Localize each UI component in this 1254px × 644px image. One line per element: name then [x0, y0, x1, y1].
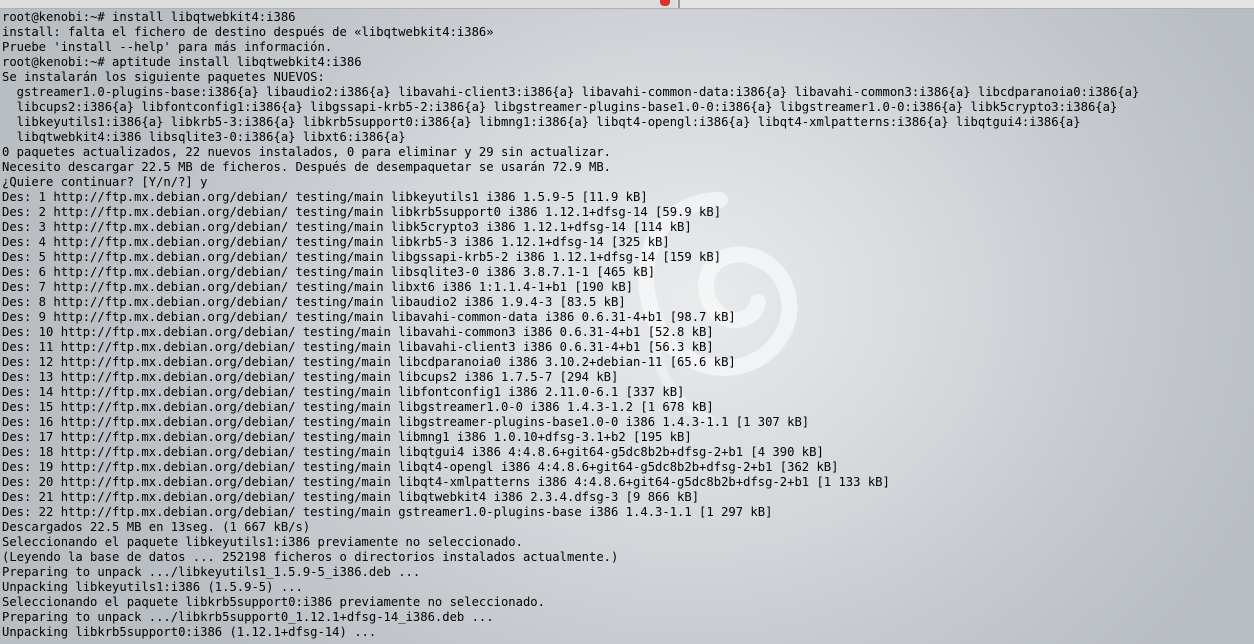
terminal-line: Des: 7 http://ftp.mx.debian.org/debian/ … [2, 280, 634, 294]
terminal-line: Des: 9 http://ftp.mx.debian.org/debian/ … [2, 310, 736, 324]
terminal-line: Seleccionando el paquete libkrb5support0… [2, 595, 545, 609]
terminal-line: Des: 20 http://ftp.mx.debian.org/debian/… [2, 475, 890, 489]
terminal-line: root@kenobi:~# aptitude install libqtweb… [2, 55, 362, 69]
terminal-line: install: falta el fichero de destino des… [2, 25, 494, 39]
terminal-line: libqtwebkit4:i386 libsqlite3-0:i386{a} l… [2, 130, 406, 144]
terminal-line: Seleccionando el paquete libkeyutils1:i3… [2, 535, 523, 549]
window-top-bar [0, 0, 1254, 9]
terminal-line: Des: 10 http://ftp.mx.debian.org/debian/… [2, 325, 714, 339]
terminal-line: Des: 11 http://ftp.mx.debian.org/debian/… [2, 340, 714, 354]
terminal-line: libcups2:i386{a} libfontconfig1:i386{a} … [2, 100, 1118, 114]
terminal-line: 0 paquetes actualizados, 22 nuevos insta… [2, 145, 612, 159]
terminal-window[interactable]: root@kenobi:~# install libqtwebkit4:i386… [0, 0, 1254, 644]
terminal-line: Des: 2 http://ftp.mx.debian.org/debian/ … [2, 205, 722, 219]
terminal-line: Des: 22 http://ftp.mx.debian.org/debian/… [2, 505, 773, 519]
terminal-line: Unpacking libkeyutils1:i386 (1.5.9-5) ..… [2, 580, 303, 594]
close-icon[interactable] [660, 0, 670, 6]
terminal-line: gstreamer1.0-plugins-base:i386{a} libaud… [2, 85, 1140, 99]
terminal-line: Des: 19 http://ftp.mx.debian.org/debian/… [2, 460, 839, 474]
terminal-line: Pruebe 'install --help' para más informa… [2, 40, 333, 54]
terminal-line: Des: 14 http://ftp.mx.debian.org/debian/… [2, 385, 685, 399]
terminal-line: Des: 5 http://ftp.mx.debian.org/debian/ … [2, 250, 722, 264]
terminal-line: Des: 12 http://ftp.mx.debian.org/debian/… [2, 355, 736, 369]
terminal-line: Des: 17 http://ftp.mx.debian.org/debian/… [2, 430, 692, 444]
terminal-output[interactable]: root@kenobi:~# install libqtwebkit4:i386… [2, 10, 1250, 640]
terminal-line: Des: 3 http://ftp.mx.debian.org/debian/ … [2, 220, 692, 234]
terminal-line: Des: 16 http://ftp.mx.debian.org/debian/… [2, 415, 810, 429]
terminal-line: Preparing to unpack .../libkeyutils1_1.5… [2, 565, 421, 579]
terminal-line: Preparing to unpack .../libkrb5support0_… [2, 610, 494, 624]
terminal-line: (Leyendo la base de datos ... 252198 fic… [2, 550, 619, 564]
terminal-line: Unpacking libkrb5support0:i386 (1.12.1+d… [2, 625, 377, 639]
terminal-line: Des: 15 http://ftp.mx.debian.org/debian/… [2, 400, 714, 414]
terminal-line: Des: 4 http://ftp.mx.debian.org/debian/ … [2, 235, 670, 249]
terminal-line: root@kenobi:~# install libqtwebkit4:i386 [2, 10, 296, 24]
titlebar-area [0, 0, 676, 8]
terminal-line: Des: 8 http://ftp.mx.debian.org/debian/ … [2, 295, 626, 309]
terminal-line: Des: 1 http://ftp.mx.debian.org/debian/ … [2, 190, 648, 204]
terminal-line: Des: 6 http://ftp.mx.debian.org/debian/ … [2, 265, 656, 279]
terminal-line: Des: 21 http://ftp.mx.debian.org/debian/… [2, 490, 700, 504]
terminal-line: Se instalarán los siguiente paquetes NUE… [2, 70, 325, 84]
terminal-line: ¿Quiere continuar? [Y/n/?] y [2, 175, 208, 189]
terminal-line: Necesito descargar 22.5 MB de ficheros. … [2, 160, 612, 174]
terminal-line: Descargados 22.5 MB en 13seg. (1 667 kB/… [2, 520, 311, 534]
terminal-line: Des: 13 http://ftp.mx.debian.org/debian/… [2, 370, 619, 384]
titlebar-separator [678, 0, 680, 8]
terminal-line: libkeyutils1:i386{a} libkrb5-3:i386{a} l… [2, 115, 1081, 129]
terminal-line: Des: 18 http://ftp.mx.debian.org/debian/… [2, 445, 824, 459]
